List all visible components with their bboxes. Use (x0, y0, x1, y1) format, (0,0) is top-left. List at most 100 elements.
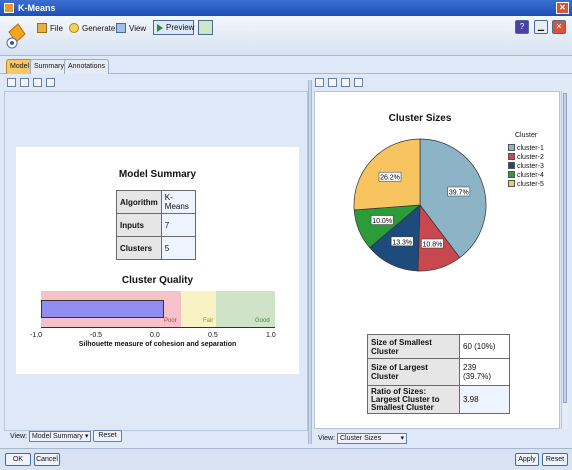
silhouette-bar (41, 300, 164, 318)
quality-xlabel: Silhouette measure of cohesion and separ… (78, 341, 237, 348)
svg-text:13.3%: 13.3% (392, 239, 412, 246)
kmeans-node-icon (6, 23, 26, 49)
model-summary-title: Model Summary (118, 169, 197, 180)
tick-label: -0.5 (90, 332, 103, 339)
slice-label-cluster-4: 10.0% (370, 215, 394, 225)
size-stats-table: Size of Smallest Cluster 60 (10%) Size o… (367, 334, 510, 414)
left-view-select[interactable]: Model Summary ▾ (28, 430, 92, 442)
legend-swatch (508, 162, 515, 169)
chevron-down-icon: ▾ (84, 432, 89, 440)
legend-label: cluster-5 (517, 181, 544, 188)
table-row: Size of Largest Cluster 239 (39.7%) (367, 358, 510, 386)
generate-icon (69, 23, 79, 33)
copy-icon[interactable] (315, 78, 324, 87)
cluster-quality-chart: Poor Fair Good (41, 291, 275, 327)
right-view-label: View: (318, 435, 335, 442)
toolbar: File Generate View Preview ? ▁ ✕ (0, 16, 572, 56)
slice-label-cluster-1: 39.7% (447, 186, 471, 196)
file-icon (37, 23, 47, 33)
table-row: Algorithm K-Means (116, 190, 197, 214)
print-icon[interactable] (341, 78, 350, 87)
file-menu[interactable]: File (37, 21, 63, 36)
tick-label: 0.5 (208, 332, 218, 339)
edit-icon[interactable] (46, 78, 55, 87)
copy-icon[interactable] (7, 78, 16, 87)
table-row: Size of Smallest Cluster 60 (10%) (367, 334, 510, 359)
export-icon[interactable] (198, 20, 213, 35)
inputs-label: Inputs (116, 213, 162, 237)
edit-icon[interactable] (354, 78, 363, 87)
chevron-down-icon: ▾ (400, 434, 404, 442)
svg-text:10.0%: 10.0% (372, 218, 392, 225)
table-row: Clusters 5 (116, 236, 197, 260)
legend-item-cluster-2: cluster-2 (508, 153, 544, 161)
largest-cluster-value: 239 (39.7%) (459, 358, 510, 386)
left-view-label: View: (10, 433, 27, 440)
right-pane: Cluster Sizes 39.7% 10.8% 13.3% 10.0% 26.2% … (312, 76, 570, 446)
minimize-icon[interactable]: ▁ (534, 20, 548, 34)
legend-swatch (508, 180, 515, 187)
legend-label: cluster-3 (517, 163, 544, 170)
view-menu[interactable]: View (116, 21, 146, 36)
cluster-quality-title: Cluster Quality (121, 275, 194, 286)
fair-label: Fair (203, 318, 214, 324)
right-view-selected: Cluster Sizes (339, 434, 382, 442)
right-view-select[interactable]: Cluster Sizes ▾ (336, 432, 407, 444)
legend-label: cluster-2 (517, 154, 544, 161)
tick-label: -1.0 (30, 332, 43, 339)
legend-label: cluster-4 (517, 172, 544, 179)
generate-menu-label: Generate (82, 24, 116, 33)
apply-button[interactable]: Apply (515, 453, 539, 466)
preview-button[interactable]: Preview (153, 20, 194, 35)
close-window-icon[interactable]: ✕ (552, 20, 566, 34)
inputs-value: 7 (160, 213, 197, 237)
app-icon (4, 3, 14, 13)
chart-title: Cluster Sizes (388, 113, 452, 124)
left-content: Model Summary Algorithm K-Means Inputs 7… (4, 91, 308, 431)
print-icon[interactable] (33, 78, 42, 87)
view-menu-label: View (129, 24, 147, 33)
tick-label: 0.0 (150, 332, 160, 339)
table-row: Inputs 7 (116, 213, 197, 237)
legend-item-cluster-5: cluster-5 (508, 180, 544, 188)
play-icon (157, 24, 163, 32)
svg-text:39.7%: 39.7% (449, 189, 469, 196)
preview-label: Preview (166, 23, 195, 32)
vertical-scrollbar[interactable] (561, 91, 568, 429)
legend-label: cluster-1 (517, 145, 544, 152)
footer-reset-button[interactable]: Reset (542, 453, 568, 466)
right-pane-toolbar (312, 76, 570, 90)
copy-data-icon[interactable] (20, 78, 29, 87)
tab-annotations[interactable]: Annotations (64, 59, 109, 74)
tick-label: 1.0 (266, 332, 276, 339)
svg-text:26.2%: 26.2% (380, 175, 400, 182)
largest-cluster-label: Size of Largest Cluster (367, 358, 460, 386)
ratio-label: Ratio of Sizes: Largest Cluster to Small… (367, 385, 460, 414)
model-summary-card: Model Summary Algorithm K-Means Inputs 7… (16, 147, 299, 374)
reset-view-button[interactable]: Reset (93, 430, 122, 443)
clusters-value: 5 (160, 236, 197, 260)
clusters-label: Clusters (116, 236, 162, 260)
generate-menu[interactable]: Generate (69, 21, 115, 36)
copy-data-icon[interactable] (328, 78, 337, 87)
slice-label-cluster-2: 10.8% (421, 238, 444, 248)
slice-label-cluster-5: 26.2% (378, 171, 402, 182)
legend-swatch (508, 153, 515, 160)
right-view-bar: View: Cluster Sizes ▾ (318, 432, 407, 446)
tab-summary[interactable]: Summary (30, 59, 68, 74)
window-title: K-Means (18, 3, 56, 13)
legend-title: Cluster (515, 132, 538, 139)
algorithm-value: K-Means (160, 190, 197, 214)
close-icon[interactable]: ✕ (556, 2, 569, 14)
help-icon[interactable]: ? (515, 20, 529, 34)
cancel-button[interactable]: Cancel (34, 453, 60, 466)
left-pane: Model Summary Algorithm K-Means Inputs 7… (4, 76, 308, 446)
good-label: Good (255, 318, 270, 324)
legend-item-cluster-3: cluster-3 (508, 162, 544, 170)
table-row: Ratio of Sizes: Largest Cluster to Small… (367, 385, 510, 414)
legend-swatch (508, 171, 515, 178)
ok-button[interactable]: OK (5, 453, 31, 466)
scrollbar-thumb[interactable] (563, 93, 567, 403)
file-menu-label: File (50, 24, 63, 33)
tab-bar: Model Summary Annotations (0, 56, 572, 74)
